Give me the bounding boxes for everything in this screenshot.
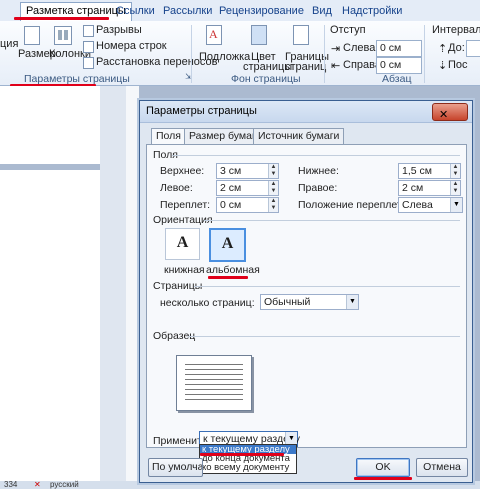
indent-left-label: Слева: (343, 42, 379, 54)
dialog-tabs: Поля Размер бумаги Источник бумаги (146, 128, 466, 145)
right-margin-input[interactable]: 2 см ▲ ▼ (398, 180, 461, 196)
indent-left-icon: ⇥ (331, 43, 341, 55)
ribbon-separator (324, 25, 325, 83)
tab-mailings[interactable]: Рассылки (163, 3, 212, 20)
spin-arrows-icon[interactable]: ▲ ▼ (450, 164, 460, 178)
group-label-page-background: Фон страницы (231, 73, 301, 85)
portrait-option[interactable]: A (165, 228, 200, 260)
cut-off-label: ция (0, 38, 19, 50)
gutter-position-label: Положение переплета: (298, 199, 411, 211)
tab-paper-source[interactable]: Источник бумаги (253, 128, 345, 144)
spin-arrows-icon[interactable]: ▲ ▼ (268, 164, 278, 178)
apply-option-whole-document[interactable]: ко всему документу (200, 463, 296, 473)
language-indicator[interactable]: русский (50, 481, 79, 489)
cancel-button[interactable]: Отмена (416, 458, 468, 477)
bottom-margin-label: Нижнее: (298, 165, 339, 177)
spacing-before-icon: ⇡ (438, 43, 448, 55)
indent-title: Отступ (330, 24, 366, 36)
dialog-title-bar[interactable]: Параметры страницы ✕ (140, 101, 472, 123)
gutter-input[interactable]: 0 см ▲ ▼ (216, 197, 279, 213)
highlight-apply-underline (200, 453, 284, 456)
highlight-landscape-underline (208, 276, 248, 279)
close-icon: ✕ (439, 109, 449, 121)
indent-right-input[interactable]: 0 см (376, 57, 422, 74)
spacing-title: Интервал (432, 24, 480, 36)
spacing-before-label: До: (448, 42, 465, 54)
line-numbers-icon (83, 41, 94, 53)
spin-arrows-icon[interactable]: ▲ ▼ (268, 181, 278, 195)
close-button[interactable]: ✕ (432, 103, 468, 121)
columns-icon (54, 26, 72, 45)
divider (172, 155, 460, 156)
breaks-button[interactable]: Разрывы (96, 24, 142, 36)
portrait-icon: A (176, 234, 189, 251)
default-button[interactable]: По умолчанию (148, 458, 203, 477)
divider (194, 286, 460, 287)
spacing-before-input[interactable] (466, 40, 480, 57)
page-preview (176, 355, 252, 411)
multiple-pages-select[interactable]: Обычный ▼ (260, 294, 359, 310)
spacing-after-icon: ⇣ (438, 60, 448, 72)
document-page (0, 170, 100, 482)
ribbon-separator (424, 25, 425, 83)
highlight-ok-underline (354, 477, 412, 480)
indent-left-input[interactable]: 0 см (376, 40, 422, 57)
line-numbers-button[interactable]: Номера строк (96, 40, 167, 52)
highlight-tab-underline (14, 17, 109, 20)
top-margin-label: Верхнее: (160, 165, 205, 177)
spelling-icon[interactable]: ✕ (34, 481, 41, 489)
chevron-down-icon[interactable]: ▼ (450, 198, 462, 212)
indent-right-icon: ⇤ (331, 60, 341, 72)
hyphenation-icon (83, 57, 94, 69)
left-margin-label: Левое: (160, 182, 193, 194)
spin-arrows-icon[interactable]: ▲ ▼ (268, 198, 278, 212)
page-size-icon (24, 26, 40, 45)
spacing-after-label: Пос (448, 59, 468, 71)
portrait-label[interactable]: книжная (164, 264, 205, 276)
ok-button[interactable]: OK (356, 458, 410, 477)
gutter-label: Переплет: (160, 199, 211, 211)
landscape-icon: A (221, 235, 234, 252)
page-number: 334 (4, 480, 18, 489)
gutter-position-select[interactable]: Слева ▼ (398, 197, 463, 213)
tab-review[interactable]: Рецензирование (219, 3, 304, 20)
right-margin-label: Правое: (298, 182, 338, 194)
divider (188, 336, 460, 337)
document-page-top (0, 86, 100, 164)
group-label-paragraph: Абзац (382, 73, 412, 85)
divider (204, 220, 460, 221)
tab-view[interactable]: Вид (312, 3, 332, 20)
watermark-icon: A (206, 25, 222, 45)
tab-addins[interactable]: Надстройки (342, 3, 402, 20)
page-edge (126, 86, 139, 482)
landscape-label[interactable]: альбомная (206, 264, 260, 276)
page-color-icon (251, 25, 267, 45)
spin-arrows-icon[interactable]: ▲ ▼ (450, 181, 460, 195)
tab-margins[interactable]: Поля (151, 128, 186, 145)
ribbon-separator (191, 25, 192, 83)
apply-to-dropdown-list: к текущему разделу до конца документа ко… (199, 444, 297, 474)
page-borders-icon (293, 25, 309, 45)
bottom-margin-input[interactable]: 1,5 см ▲ ▼ (398, 163, 461, 179)
dialog-title: Параметры страницы (146, 105, 257, 117)
left-margin-input[interactable]: 2 см ▲ ▼ (216, 180, 279, 196)
multiple-pages-label: несколько страниц: (160, 297, 255, 309)
top-margin-input[interactable]: 3 см ▲ ▼ (216, 163, 279, 179)
breaks-icon (83, 25, 94, 37)
landscape-option[interactable]: A (209, 228, 246, 262)
vertical-ruler (100, 86, 127, 482)
tab-references[interactable]: Ссылки (116, 3, 155, 20)
page-borders-line2[interactable]: страниц (285, 61, 326, 73)
chevron-down-icon[interactable]: ▼ (346, 295, 358, 309)
